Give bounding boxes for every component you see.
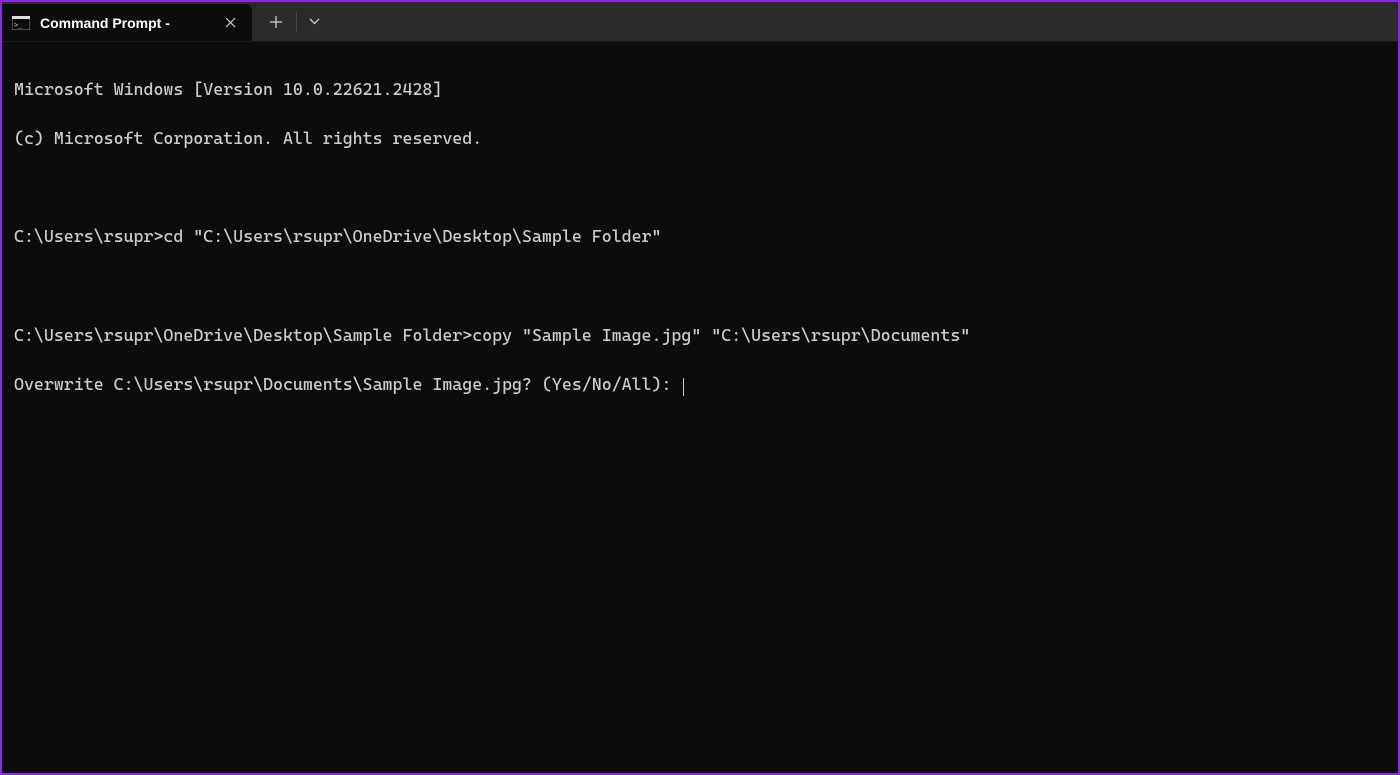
tab-title: Command Prompt - — [40, 15, 210, 31]
blank-line — [14, 274, 1386, 299]
cmd-icon: >_ — [12, 16, 30, 30]
terminal-line: C:\Users\rsupr>cd "C:\Users\rsupr\OneDri… — [14, 224, 1386, 249]
divider — [296, 12, 297, 32]
prompt-text: Overwrite C:\Users\rsupr\Documents\Sampl… — [14, 374, 681, 394]
titlebar: >_ Command Prompt - — [2, 2, 1398, 42]
terminal-window: >_ Command Prompt - — [2, 2, 1398, 773]
close-tab-button[interactable] — [220, 13, 240, 33]
active-tab[interactable]: >_ Command Prompt - — [2, 4, 252, 41]
titlebar-actions — [252, 2, 329, 41]
terminal-line: (c) Microsoft Corporation. All rights re… — [14, 126, 1386, 151]
terminal-output[interactable]: Microsoft Windows [Version 10.0.22621.24… — [2, 42, 1398, 773]
terminal-line: Microsoft Windows [Version 10.0.22621.24… — [14, 77, 1386, 102]
terminal-prompt-line: Overwrite C:\Users\rsupr\Documents\Sampl… — [14, 372, 1386, 397]
tab-dropdown-button[interactable] — [299, 7, 329, 37]
svg-text:>_: >_ — [14, 21, 23, 29]
terminal-line: C:\Users\rsupr\OneDrive\Desktop\Sample F… — [14, 323, 1386, 348]
new-tab-button[interactable] — [258, 7, 294, 37]
cursor — [683, 378, 684, 397]
blank-line — [14, 175, 1386, 200]
